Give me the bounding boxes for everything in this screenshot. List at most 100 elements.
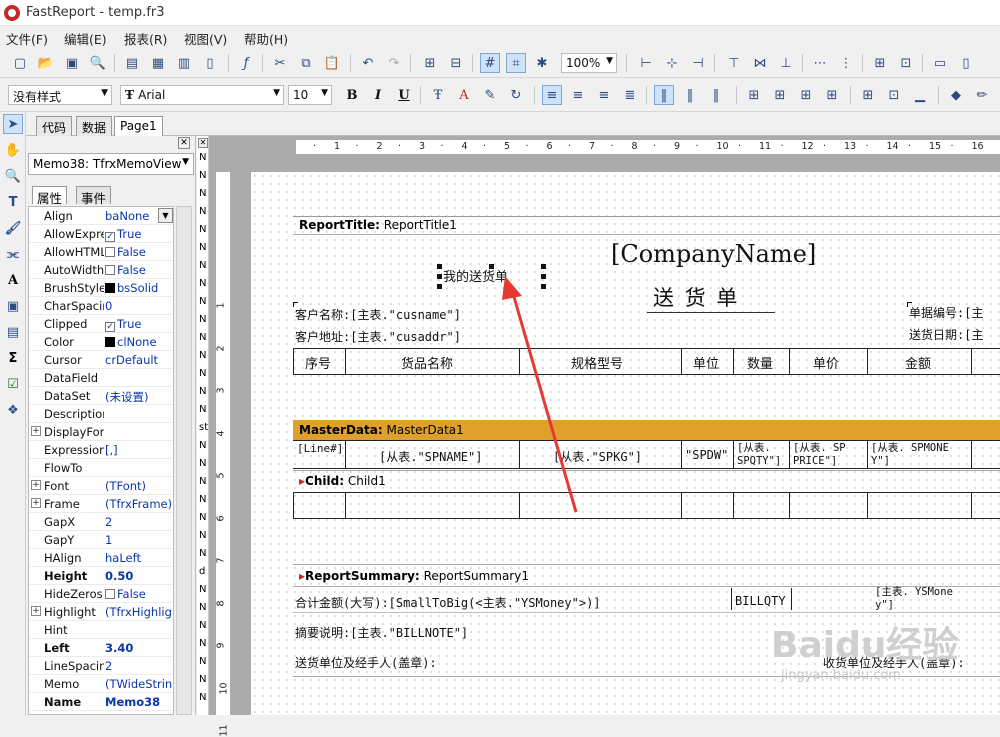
picture-tool-icon[interactable]: ▣	[3, 296, 23, 316]
menu-file[interactable]: 文件(F)	[6, 29, 48, 48]
align-bottoms-icon[interactable]: ⊥	[776, 53, 796, 73]
tree-node[interactable]: N	[199, 206, 206, 217]
expand-icon[interactable]: +	[31, 606, 41, 616]
frame-right-icon[interactable]: ⊞	[822, 85, 842, 105]
property-value[interactable]: (TfrxHighlig	[105, 605, 173, 619]
tree-node[interactable]: N	[199, 440, 206, 451]
tree-node[interactable]: N	[199, 386, 206, 397]
cell-spec[interactable]: [从表."SPKG"]	[553, 448, 642, 465]
property-row[interactable]: LineSpacing2	[29, 657, 173, 675]
tree-node[interactable]: N	[199, 512, 206, 523]
property-value[interactable]: 0	[105, 299, 173, 313]
frame-top-icon[interactable]: ⊞	[744, 85, 764, 105]
ship-date-memo[interactable]: 送货日期:[主	[909, 326, 983, 343]
ys-money-memo[interactable]: [主表. YSMone y"]	[875, 586, 975, 612]
page-settings-icon[interactable]: ▯	[200, 53, 220, 73]
text-align-left-icon[interactable]: ≡	[542, 85, 562, 105]
open-icon[interactable]: 📂	[36, 53, 56, 73]
property-value[interactable]: ✓ True	[105, 317, 173, 332]
tree-node[interactable]: N	[199, 476, 206, 487]
tree-node[interactable]: N	[199, 152, 206, 163]
property-value[interactable]: haLeft	[105, 551, 173, 565]
report-page[interactable]: ReportTitle: ReportTitle1 [CompanyName] …	[251, 172, 1000, 715]
valign-bottom-icon[interactable]: ‖	[706, 85, 726, 105]
property-value[interactable]: [,]	[105, 443, 173, 457]
tree-node[interactable]: N	[199, 620, 206, 631]
text-align-center-icon[interactable]: ≡	[568, 85, 588, 105]
ungroup-icon[interactable]: ⊟	[446, 53, 466, 73]
property-row[interactable]: Height 0.50	[29, 567, 173, 585]
tree-node[interactable]: N	[199, 170, 206, 181]
tree-node[interactable]: N	[199, 530, 206, 541]
property-value[interactable]: 1	[105, 533, 173, 547]
tree-node[interactable]: N	[199, 404, 206, 415]
checkbox[interactable]: ✓	[105, 232, 115, 242]
frame-none-icon[interactable]: ⊡	[884, 85, 904, 105]
format-painter-icon[interactable]: 🖌	[3, 218, 23, 238]
property-value[interactable]: 2	[105, 659, 173, 673]
tab-properties[interactable]: 属性	[32, 186, 68, 206]
align-tops-icon[interactable]: ⊤	[724, 53, 744, 73]
copy-icon[interactable]: ⧉	[296, 53, 316, 73]
tree-node[interactable]: N	[199, 242, 206, 253]
header-spec[interactable]: 规格型号	[571, 353, 623, 372]
close-icon[interactable]: ✕	[198, 138, 208, 148]
property-row[interactable]: Memo (TWideStrin	[29, 675, 173, 693]
zoom-select[interactable]: 100% ▼	[561, 53, 617, 73]
menu-view[interactable]: 视图(V)	[184, 29, 227, 48]
property-row[interactable]: GapX 2	[29, 513, 173, 531]
property-row[interactable]: DataSet (未设置)	[29, 387, 173, 405]
expand-icon[interactable]: +	[31, 498, 41, 508]
property-row[interactable]: Cursor crDefault	[29, 351, 173, 369]
header-index[interactable]: 序号	[305, 353, 331, 372]
align-center-icon[interactable]: ⊹	[662, 53, 682, 73]
bold-button[interactable]: B	[342, 85, 362, 105]
new-page-icon[interactable]: ▤	[122, 53, 142, 73]
property-row[interactable]: GapY 1	[29, 531, 173, 549]
property-scrollbar[interactable]	[176, 206, 192, 715]
tree-node[interactable]: N	[199, 494, 206, 505]
property-row[interactable]: CharSpacir 0	[29, 297, 173, 315]
fill-color-icon[interactable]: ◆	[946, 85, 966, 105]
tree-node[interactable]: N	[199, 260, 206, 271]
customer-name-memo[interactable]: 客户名称:[主表."cusname"]	[295, 306, 461, 323]
space-horizontal-icon[interactable]: ⋯	[810, 53, 830, 73]
tree-node[interactable]: N	[199, 224, 206, 235]
cut-icon[interactable]: ✂	[270, 53, 290, 73]
align-right-edges-icon[interactable]: ⊣	[688, 53, 708, 73]
property-row[interactable]: FlowTo	[29, 459, 173, 477]
property-row[interactable]: HAlign haLeft	[29, 549, 173, 567]
property-value[interactable]: clNone	[105, 335, 173, 349]
text-align-right-icon[interactable]: ≡	[594, 85, 614, 105]
property-row[interactable]: Description	[29, 405, 173, 423]
property-row[interactable]: + DisplayForr	[29, 423, 173, 441]
my-delivery-memo[interactable]: 我的送货单	[443, 266, 508, 285]
text-tool-icon[interactable]: T	[3, 192, 23, 212]
font-settings-icon[interactable]: Ŧ	[428, 85, 448, 105]
tree-node[interactable]: N	[199, 584, 206, 595]
menu-report[interactable]: 报表(R)	[124, 29, 167, 48]
tab-data[interactable]: 数据	[76, 116, 113, 136]
frame-left-icon[interactable]: ⊞	[796, 85, 816, 105]
expand-icon[interactable]: +	[31, 426, 41, 436]
property-row[interactable]: Hint	[29, 621, 173, 639]
property-row[interactable]: + Frame (TfrxFrame)	[29, 495, 173, 513]
property-row[interactable]: Name Memo38	[29, 693, 173, 711]
zoom-tool-icon[interactable]: 🔍	[3, 166, 23, 186]
remark-memo[interactable]: 摘要说明:[主表."BILLNOTE"]	[295, 624, 468, 641]
header-price[interactable]: 单价	[813, 353, 839, 372]
property-value[interactable]: bsSolid	[105, 281, 173, 295]
same-width-icon[interactable]: ▭	[930, 53, 950, 73]
show-grid-icon[interactable]: #	[480, 53, 500, 73]
preview-icon[interactable]: 🔍	[88, 53, 108, 73]
save-icon[interactable]: ▣	[62, 53, 82, 73]
tree-node[interactable]: N	[199, 638, 206, 649]
property-value[interactable]: Memo38	[105, 695, 173, 709]
property-row[interactable]: Align baNone ▼	[29, 207, 173, 225]
header-product-name[interactable]: 货品名称	[401, 353, 453, 372]
bill-number-memo[interactable]: 单据编号:[主	[909, 304, 983, 321]
bill-qty-memo[interactable]: BILLQTY	[735, 594, 786, 608]
tree-node[interactable]: st	[199, 422, 208, 433]
expand-icon[interactable]: +	[31, 480, 41, 490]
property-value[interactable]: 0.50	[105, 569, 173, 583]
